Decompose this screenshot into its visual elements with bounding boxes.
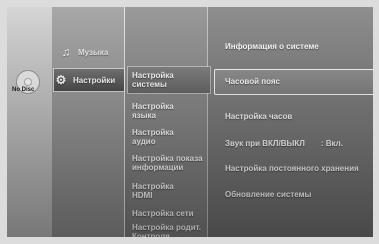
option-system-update[interactable]: Обновление системы (225, 190, 311, 199)
column-divider (124, 7, 125, 237)
music-icon: ♫ (61, 45, 71, 59)
submenu-item-audio[interactable]: Настройка аудио (132, 128, 174, 146)
submenu-column (125, 7, 207, 237)
no-disc-label: No Disc (12, 87, 35, 93)
submenu-item-network[interactable]: Настройка сети (132, 209, 206, 218)
option-system-info[interactable]: Информация о системе (225, 42, 319, 51)
main-menu-label: Музыка (78, 47, 109, 57)
option-persistent-storage[interactable]: Настройка постоянного хранения (225, 164, 359, 173)
option-power-sound[interactable]: Звук при ВКЛ/ВЫКЛ: Вкл. (225, 139, 343, 148)
submenu-item-system[interactable]: Настройка системы (128, 67, 210, 93)
option-clock-setup[interactable]: Настройка часов (225, 112, 292, 121)
option-value: : Вкл. (320, 139, 343, 148)
main-menu-settings[interactable]: ⚙ Настройки (54, 69, 124, 91)
submenu-item-info-display[interactable]: Настройка показа информации (132, 154, 204, 172)
main-menu-music[interactable]: ♫ Музыка (59, 41, 123, 63)
option-time-zone[interactable]: Часовой пояс (225, 77, 280, 86)
main-menu-label: Настройки (73, 75, 116, 85)
submenu-item-language[interactable]: Настройка языка (132, 102, 174, 120)
gear-icon: ⚙ (55, 73, 67, 87)
settings-screen: No Disc ♫ Музыка ⚙ Настройки Настройка с… (7, 7, 373, 237)
submenu-item-parental[interactable]: Настройка родит. Контроля (132, 223, 202, 237)
submenu-item-hdmi[interactable]: Настройка HDMI (132, 182, 174, 200)
column-divider (207, 7, 208, 237)
disc-column (7, 7, 52, 237)
